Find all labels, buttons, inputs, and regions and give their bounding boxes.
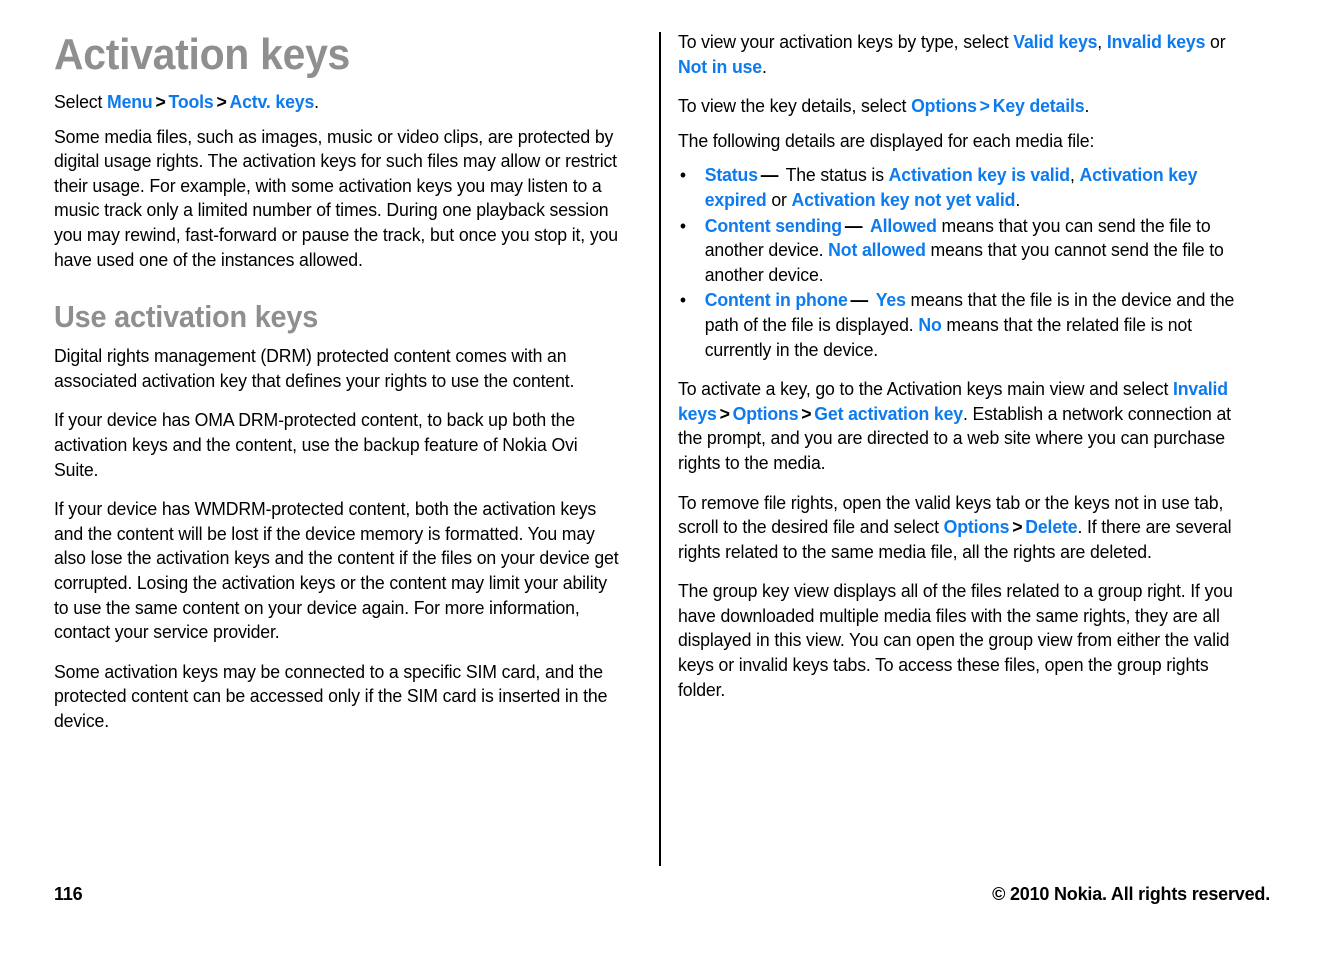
bullet-icon: • (679, 289, 686, 311)
select-suffix: . (314, 91, 319, 112)
page-number: 116 (54, 884, 83, 904)
invalid-keys-link[interactable]: Invalid keys (1107, 31, 1206, 52)
group-key-paragraph: The group key view displays all of the f… (678, 580, 1233, 700)
content-sending-value-not-allowed: Not allowed (828, 239, 926, 261)
view-by-type-comma: , (1097, 31, 1107, 52)
paragraph-wmdrm: If your device has WMDRM-protected conte… (54, 498, 619, 643)
paragraph-sim-card: Some activation keys may be connected to… (54, 660, 608, 731)
tools-link[interactable]: Tools (168, 91, 213, 112)
content-sending-term: Content sending (704, 214, 842, 236)
view-by-type-prefix: To view your activation keys by type, se… (678, 31, 1014, 52)
status-value-valid: Activation key is valid (888, 164, 1070, 186)
status-text-3: or (766, 188, 792, 210)
copyright-notice: © 2010 Nokia. All rights reserved. (992, 884, 1270, 904)
left-column: Activation keys Select Menu > Tools > Actv. … (54, 30, 651, 748)
page-footer: 116 © 2010 Nokia. All rights reserved. (0, 884, 1322, 918)
path-separator-1: > (155, 91, 166, 112)
intro-paragraph: Some media files, such as images, music … (54, 125, 618, 270)
em-dash-1: — (760, 164, 779, 186)
right-column: To view your activation keys by type, se… (678, 30, 1275, 717)
path-separator-2: > (216, 91, 227, 112)
activate-key-paragraph: To activate a key, go to the Activation … (678, 377, 1248, 475)
view-by-type-suffix: . (761, 55, 767, 77)
actv-keys-link[interactable]: Actv. keys (229, 91, 314, 112)
content-sending-value-allowed: Allowed (869, 214, 937, 236)
status-text-4: . (1015, 188, 1021, 210)
column-divider (659, 32, 661, 866)
key-details-suffix: . (1084, 95, 1090, 117)
details-intro-paragraph: The following details are displayed for … (678, 129, 1095, 151)
paragraph-oma-drm: If your device has OMA DRM-protected con… (54, 409, 578, 480)
list-item-content-in-phone: • Content in phone — Yes means that the fi… (678, 288, 1248, 362)
list-item-content-sending: • Content sending — Allowed means that you… (678, 214, 1248, 288)
em-dash-2: — (844, 214, 863, 236)
status-term: Status (704, 164, 758, 186)
bullet-icon: • (679, 164, 686, 186)
remove-rights-paragraph: To remove file rights, open the valid ke… (678, 491, 1248, 565)
list-item-status: • Status — The status is Activation key is… (678, 163, 1248, 212)
status-text-2: , (1069, 164, 1080, 186)
view-by-type-or: or (1205, 31, 1226, 52)
path-separator-4: > (719, 402, 730, 424)
select-path-line: Select Menu > Tools > Actv. keys. (54, 90, 624, 115)
status-text-1: The status is (781, 164, 889, 186)
key-details-prefix: To view the key details, select (678, 95, 912, 117)
path-separator-6: > (1012, 516, 1023, 538)
content-in-phone-value-yes: Yes (875, 289, 906, 311)
content-in-phone-term: Content in phone (704, 289, 848, 311)
bullet-icon: • (679, 214, 686, 236)
valid-keys-link[interactable]: Valid keys (1013, 31, 1097, 52)
key-details-link[interactable]: Key details (993, 95, 1085, 116)
options-link-2[interactable]: Options (733, 403, 799, 424)
paragraph-drm: Digital rights management (DRM) protecte… (54, 345, 575, 391)
content-in-phone-value-no: No (918, 313, 942, 335)
get-activation-key-link[interactable]: Get activation key (814, 403, 963, 424)
section-subtitle: Use activation keys (54, 299, 319, 335)
options-link-3[interactable]: Options (944, 516, 1010, 537)
page-title: Activation keys (54, 30, 351, 79)
key-details-list: • Status — The status is Activation key is… (678, 163, 1275, 362)
manual-page: Activation keys Select Menu > Tools > Actv. … (0, 0, 1322, 954)
em-dash-3: — (850, 289, 869, 311)
select-prefix: Select (54, 91, 108, 112)
activate-key-part-1: To activate a key, go to the Activation … (678, 378, 1173, 400)
options-link-1[interactable]: Options (911, 95, 977, 116)
menu-link[interactable]: Menu (107, 91, 153, 112)
key-details-paragraph: To view the key details, select Options >… (678, 94, 1248, 119)
not-in-use-link[interactable]: Not in use (678, 56, 762, 77)
delete-link[interactable]: Delete (1025, 516, 1077, 537)
status-value-not-yet-valid: Activation key not yet valid (791, 188, 1016, 210)
path-separator-5: > (801, 402, 812, 424)
path-separator-3: > (979, 95, 990, 117)
view-by-type-paragraph: To view your activation keys by type, se… (678, 30, 1248, 79)
